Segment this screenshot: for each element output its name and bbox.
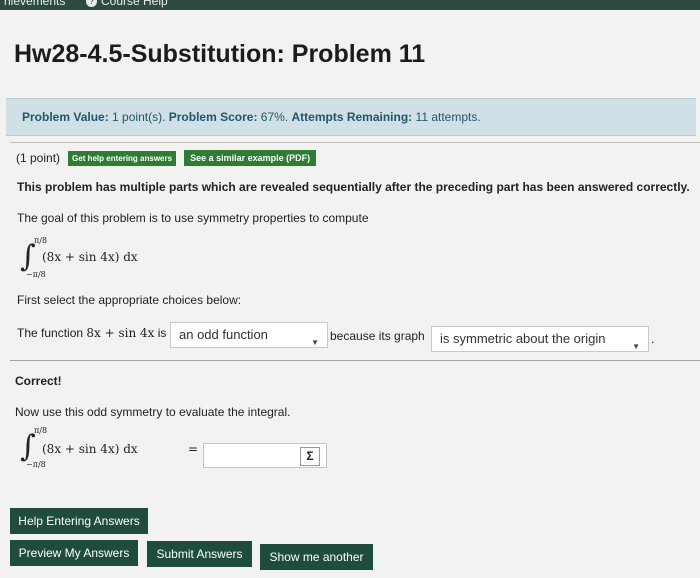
function-type-value: an odd function	[179, 327, 268, 342]
point-value: (1 point)	[16, 151, 61, 165]
attempts-label: Attempts Remaining:	[291, 110, 413, 124]
function-expression: 8x + sin 4x	[86, 326, 155, 340]
because-text: because its graph	[330, 329, 425, 343]
integral-sign: ∫	[20, 429, 36, 464]
integrand: (8x + sin 4x) dx	[42, 442, 138, 456]
problem-header-row: (1 point) Get help entering answers See …	[16, 150, 317, 166]
problem-value-label: Problem Value:	[22, 110, 109, 124]
function-statement: The function 8x + sin 4x is	[17, 326, 166, 340]
integral-sign: ∫	[20, 239, 36, 274]
evaluate-prompt: Now use this odd symmetry to evaluate th…	[15, 405, 291, 419]
attempts-remaining: 11 attempts.	[415, 110, 481, 124]
get-help-button[interactable]: Get help entering answers	[68, 150, 177, 166]
function-is: is	[157, 326, 167, 340]
function-type-select[interactable]: an odd function ▼	[170, 322, 328, 348]
problem-goal: The goal of this problem is to use symme…	[17, 211, 369, 225]
integral-expression: ∫ π/8 −π/8 (8x + sin 4x) dx	[20, 236, 240, 282]
chevron-down-icon: ▼	[632, 342, 640, 351]
page-title: Hw28-4.5-Substitution: Problem 11	[14, 40, 426, 68]
problem-info-box: Problem Value: 1 point(s). Problem Score…	[6, 98, 696, 136]
problem-intro: This problem has multiple parts which ar…	[17, 180, 690, 194]
symmetry-value: is symmetric about the origin	[440, 331, 606, 346]
symmetry-select[interactable]: is symmetric about the origin ▼	[431, 326, 649, 352]
integral-lower-limit: −π/8	[26, 270, 46, 279]
show-another-button[interactable]: Show me another	[260, 544, 373, 570]
achievements-link[interactable]: hievements	[4, 0, 65, 8]
help-entering-answers-button[interactable]: Help Entering Answers	[10, 508, 148, 534]
problem-info-line: Problem Value: 1 point(s). Problem Score…	[22, 110, 481, 124]
correct-message: Correct!	[15, 374, 62, 388]
top-nav-bar: hievements ? Course Help	[0, 0, 700, 10]
integrand: (8x + sin 4x) dx	[42, 250, 138, 264]
equation-editor-icon[interactable]: Σ	[300, 447, 320, 466]
select-prompt: First select the appropriate choices bel…	[17, 293, 242, 307]
equals-sign: =	[188, 442, 199, 456]
course-help-label: Course Help	[101, 0, 168, 8]
function-prefix: The function	[17, 326, 84, 340]
integral-upper-limit: π/8	[34, 236, 48, 245]
submit-answers-button[interactable]: Submit Answers	[147, 541, 252, 567]
similar-example-button[interactable]: See a similar example (PDF)	[184, 150, 317, 166]
preview-answers-button[interactable]: Preview My Answers	[10, 540, 138, 566]
problem-value: 1 point(s).	[112, 110, 166, 124]
course-help-link[interactable]: ? Course Help	[86, 0, 168, 8]
problem-score-label: Problem Score:	[168, 110, 258, 124]
integral-upper-limit: π/8	[34, 426, 48, 435]
divider	[10, 360, 700, 361]
help-circle-icon: ?	[86, 0, 97, 7]
sentence-period: .	[651, 332, 655, 346]
integral-expression-answer: ∫ π/8 −π/8 (8x + sin 4x) dx =	[20, 426, 210, 474]
answer-input[interactable]: Σ	[203, 443, 327, 468]
divider	[10, 142, 700, 143]
chevron-down-icon: ▼	[311, 338, 319, 347]
integral-lower-limit: −π/8	[26, 460, 46, 469]
problem-score: 67%.	[260, 110, 289, 124]
